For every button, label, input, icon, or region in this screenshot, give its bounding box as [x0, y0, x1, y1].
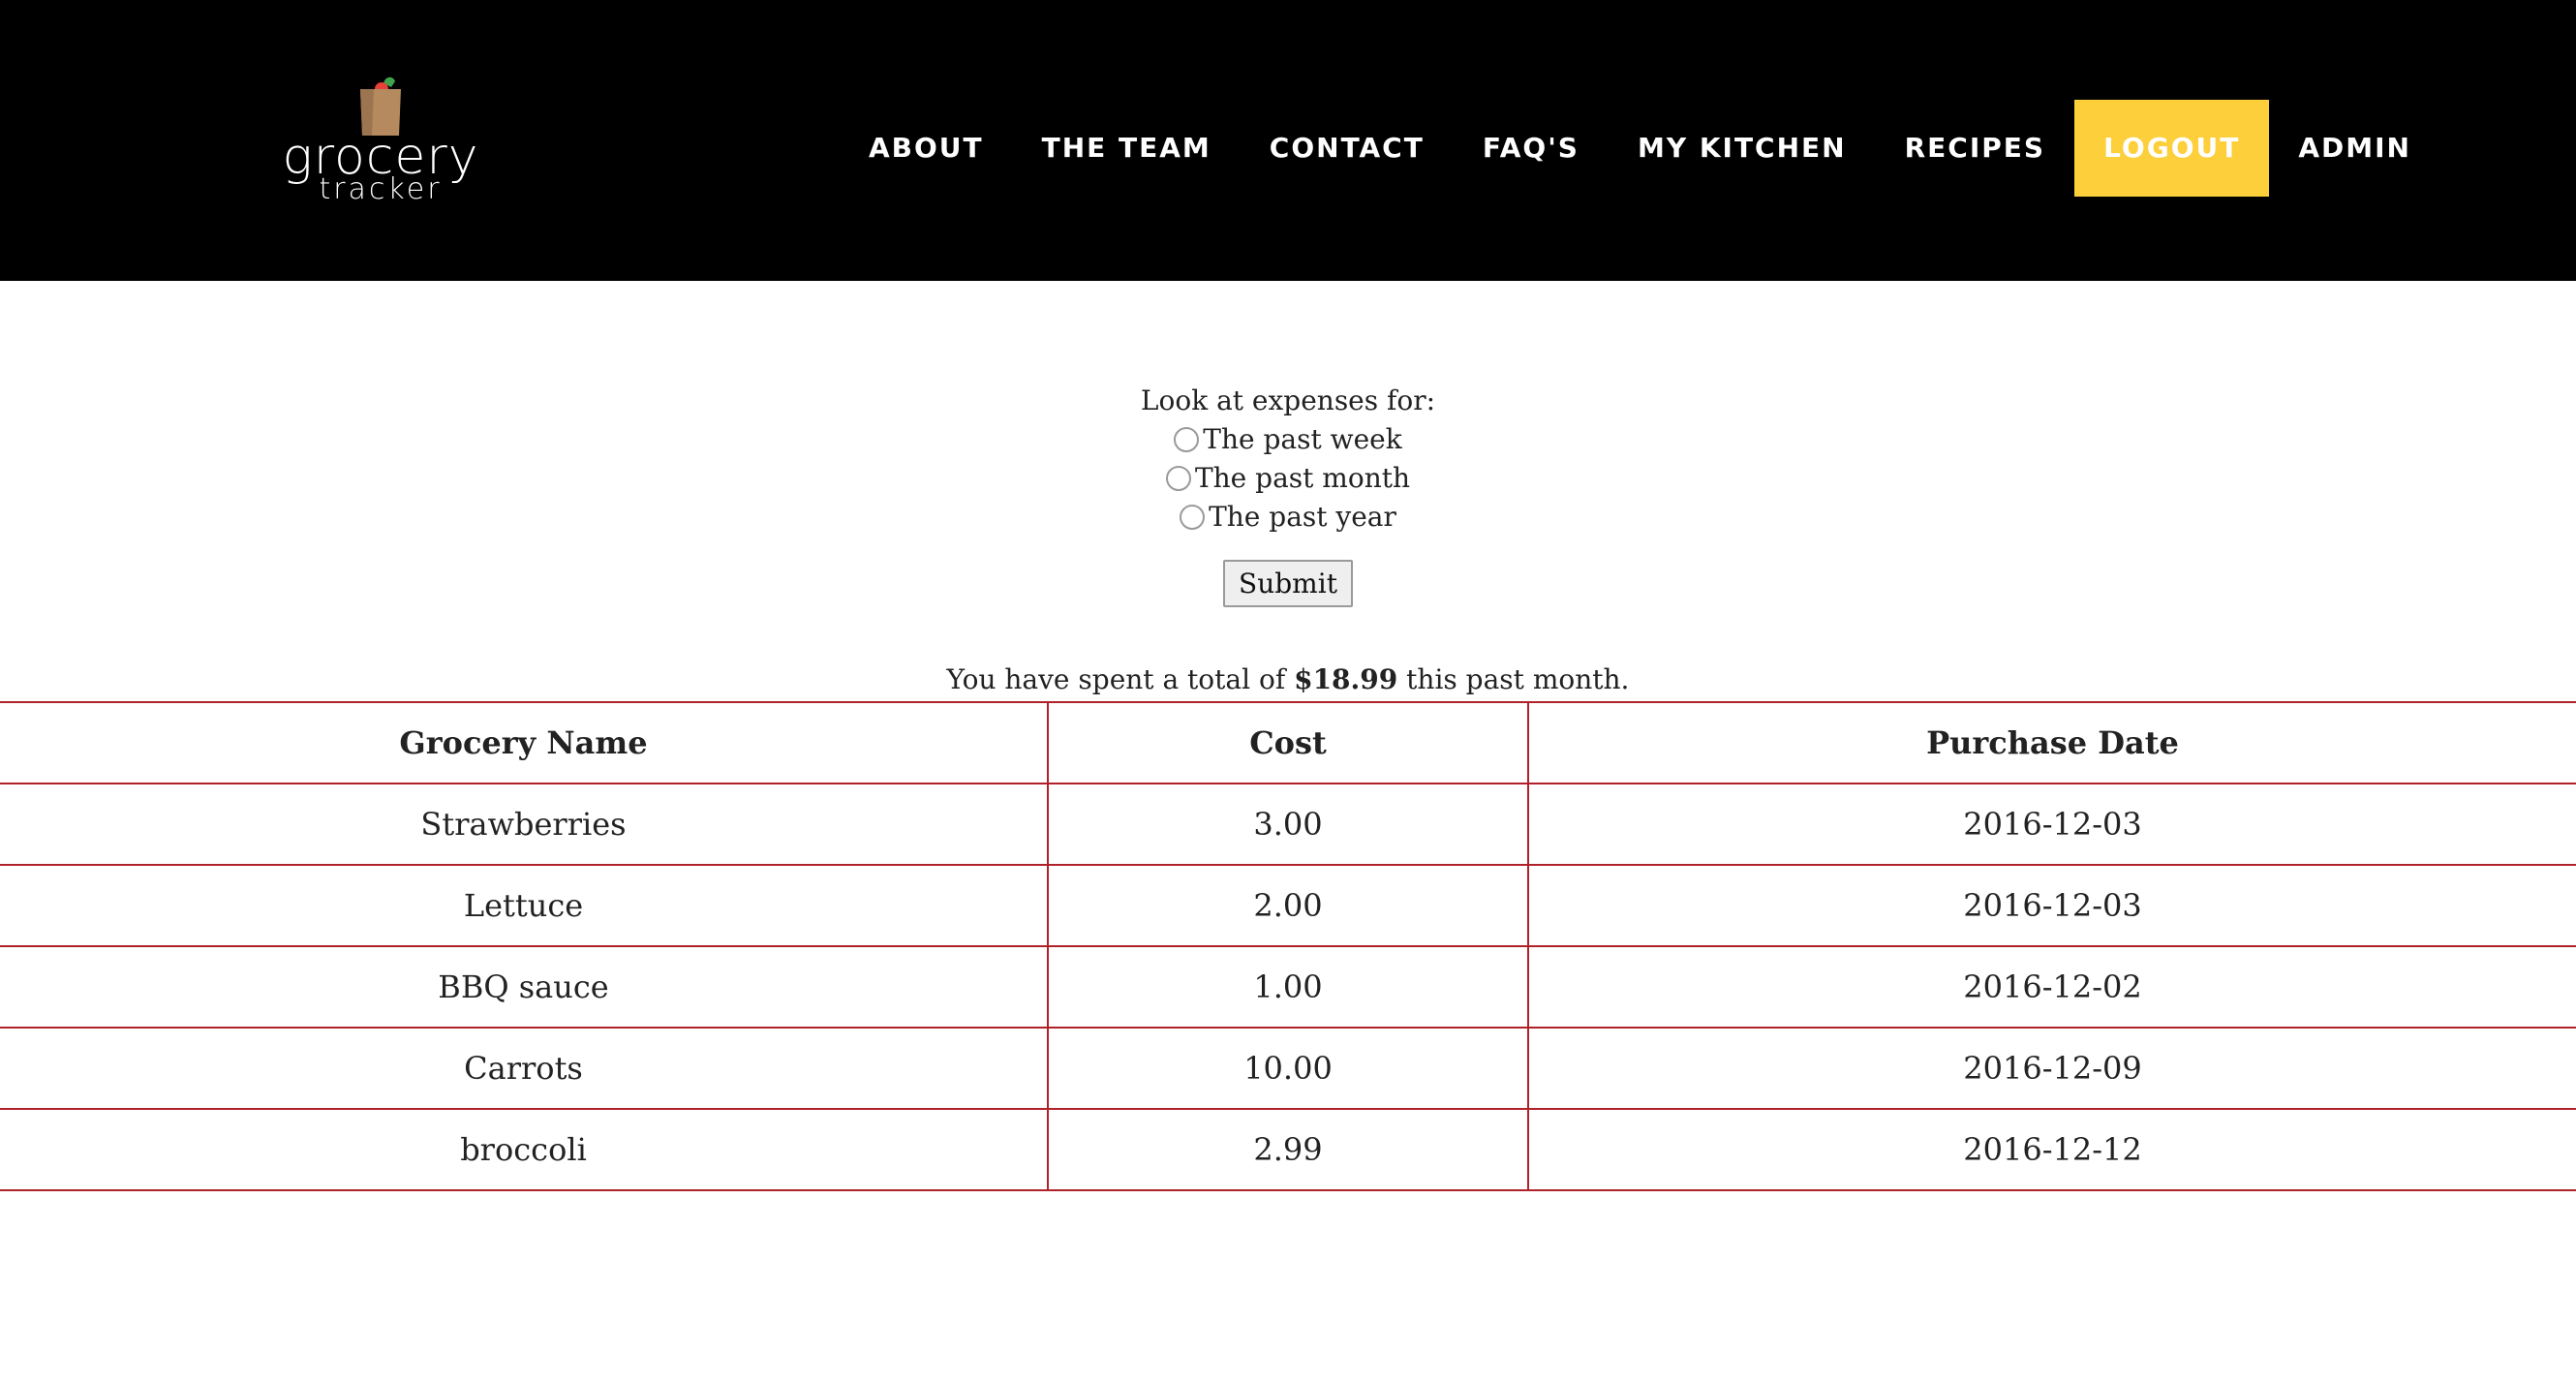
- cell-cost: 2.00: [1047, 864, 1528, 947]
- nav-faqs[interactable]: FAQ'S: [1454, 100, 1609, 197]
- summary-prefix: You have spent a total of: [946, 663, 1286, 695]
- nav-logout[interactable]: LOGOUT: [2074, 100, 2270, 197]
- cell-grocery-name: broccoli: [0, 1108, 1048, 1191]
- table-row: Lettuce 2.00 2016-12-03: [0, 864, 2576, 947]
- cell-cost: 10.00: [1047, 1027, 1528, 1110]
- nav-admin[interactable]: ADMIN: [2269, 100, 2440, 197]
- logo[interactable]: grocery tracker: [279, 74, 482, 205]
- spending-summary: You have spent a total of $18.99 this pa…: [0, 661, 2576, 699]
- nav-recipes[interactable]: RECIPES: [1876, 100, 2074, 197]
- summary-amount: $18.99: [1294, 663, 1398, 695]
- option-label: The past month: [1194, 462, 1411, 494]
- expenses-table: Grocery Name Cost Purchase Date Strawber…: [0, 701, 2576, 1191]
- cell-purchase-date: 2016-12-12: [1527, 1108, 2576, 1191]
- nav-the-team[interactable]: THE TEAM: [1013, 100, 1241, 197]
- nav-my-kitchen[interactable]: MY KITCHEN: [1609, 100, 1876, 197]
- form-prompt: Look at expenses for:: [1140, 384, 1436, 416]
- table-row: Strawberries 3.00 2016-12-03: [0, 783, 2576, 866]
- submit-button[interactable]: Submit: [1223, 560, 1353, 607]
- radio-past-month[interactable]: [1165, 466, 1191, 491]
- column-header-purchase-date: Purchase Date: [1527, 701, 2576, 784]
- main-nav: ABOUT THE TEAM CONTACT FAQ'S MY KITCHEN …: [840, 100, 2440, 197]
- radio-past-week[interactable]: [1174, 427, 1200, 452]
- table-row: Carrots 10.00 2016-12-09: [0, 1027, 2576, 1110]
- cell-purchase-date: 2016-12-09: [1527, 1027, 2576, 1110]
- radio-past-year[interactable]: [1180, 505, 1206, 530]
- site-header: grocery tracker ABOUT THE TEAM CONTACT F…: [0, 0, 2576, 281]
- cell-grocery-name: BBQ sauce: [0, 945, 1048, 1029]
- cell-cost: 2.99: [1047, 1108, 1528, 1191]
- option-past-year[interactable]: The past year: [0, 498, 2576, 537]
- summary-suffix: this past month.: [1406, 663, 1630, 695]
- cell-cost: 1.00: [1047, 945, 1528, 1029]
- nav-contact[interactable]: CONTACT: [1241, 100, 1454, 197]
- logo-subtitle: tracker: [319, 172, 443, 206]
- cell-purchase-date: 2016-12-02: [1527, 945, 2576, 1029]
- cell-grocery-name: Carrots: [0, 1027, 1048, 1110]
- cell-purchase-date: 2016-12-03: [1527, 864, 2576, 947]
- option-label: The past week: [1203, 423, 1402, 455]
- cell-grocery-name: Strawberries: [0, 783, 1048, 866]
- option-past-week[interactable]: The past week: [0, 420, 2576, 459]
- column-header-grocery-name: Grocery Name: [0, 701, 1048, 784]
- nav-about[interactable]: ABOUT: [840, 100, 1013, 197]
- option-label: The past year: [1209, 501, 1396, 533]
- cell-grocery-name: Lettuce: [0, 864, 1048, 947]
- column-header-cost: Cost: [1047, 701, 1528, 784]
- expense-period-form: Look at expenses for: The past week The …: [0, 382, 2576, 607]
- table-row: BBQ sauce 1.00 2016-12-02: [0, 945, 2576, 1029]
- table-row: broccoli 2.99 2016-12-12: [0, 1108, 2576, 1191]
- cell-purchase-date: 2016-12-03: [1527, 783, 2576, 866]
- cell-cost: 3.00: [1047, 783, 1528, 866]
- table-header-row: Grocery Name Cost Purchase Date: [0, 701, 2576, 784]
- option-past-month[interactable]: The past month: [0, 459, 2576, 498]
